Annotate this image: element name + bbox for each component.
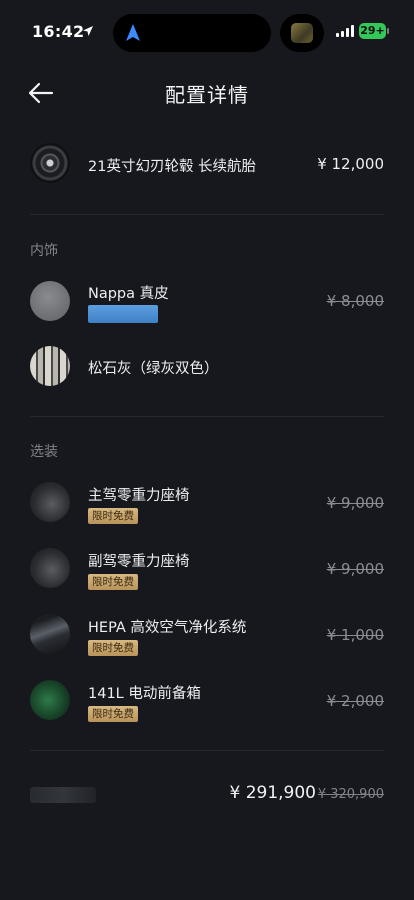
wheel-label: 21英寸幻刃轮毂 长续航胎 (88, 159, 257, 175)
battery-icon: 29+ (359, 23, 386, 39)
status-time: 16:42 (32, 22, 85, 41)
section-label-options: 选装 (30, 444, 58, 460)
frunk-thumbnail (30, 680, 70, 720)
option-label: HEPA 高效空气净化系统 (88, 620, 247, 636)
hepa-thumbnail (30, 614, 70, 654)
option-row-driver-seat: 主驾零重力座椅 限时免费 ¥ 9,000 (0, 482, 414, 526)
wheel-thumbnail (30, 143, 70, 183)
free-badge: 限时免费 (88, 574, 138, 590)
option-label: 副驾零重力座椅 (88, 554, 190, 570)
divider (30, 214, 384, 215)
original-total-price: ¥ 320,900 (317, 787, 384, 802)
footer-redacted-label (30, 787, 96, 803)
interior-leather-row: Nappa 真皮 ¥ 8,000 (0, 281, 414, 325)
leather-label: Nappa 真皮 (88, 286, 169, 302)
option-label: 主驾零重力座椅 (88, 488, 190, 504)
status-bar: 16:42 29+ (0, 0, 414, 66)
option-price: ¥ 9,000 (326, 494, 384, 512)
free-badge: 限时免费 (88, 640, 138, 656)
cellular-signal-icon (336, 25, 354, 37)
interior-color-thumbnail (30, 346, 70, 386)
leather-thumbnail (30, 281, 70, 321)
section-label-interior: 内饰 (30, 243, 58, 259)
page-title: 配置详情 (165, 83, 249, 107)
interior-color-row: 松石灰（绿灰双色） (0, 346, 414, 388)
color-swatch (88, 305, 158, 323)
option-price: ¥ 9,000 (326, 560, 384, 578)
option-price: ¥ 2,000 (326, 692, 384, 710)
navigation-arrow-icon (126, 24, 140, 41)
option-label: 141L 电动前备箱 (88, 686, 201, 702)
interior-color-label: 松石灰（绿灰双色） (88, 361, 219, 377)
total-price: ¥ 291,900 (229, 783, 316, 803)
free-badge: 限时免费 (88, 706, 138, 722)
driver-seat-thumbnail (30, 482, 70, 522)
option-row-frunk: 141L 电动前备箱 限时免费 ¥ 2,000 (0, 680, 414, 724)
wheel-price: ¥ 12,000 (317, 155, 384, 173)
free-badge: 限时免费 (88, 508, 138, 524)
dynamic-island[interactable] (113, 14, 271, 52)
divider (30, 416, 384, 417)
option-row-passenger-seat: 副驾零重力座椅 限时免费 ¥ 9,000 (0, 548, 414, 592)
leather-price: ¥ 8,000 (326, 292, 384, 310)
passenger-seat-thumbnail (30, 548, 70, 588)
divider (30, 750, 384, 751)
battery-cap (387, 28, 389, 34)
media-artwork-icon (291, 23, 313, 43)
location-arrow-icon (83, 26, 93, 36)
option-row-hepa: HEPA 高效空气净化系统 限时免费 ¥ 1,000 (0, 614, 414, 658)
live-activity-thumbnail[interactable] (280, 14, 324, 52)
option-price: ¥ 1,000 (326, 626, 384, 644)
wheel-config-row: 21英寸幻刃轮毂 长续航胎 ¥ 12,000 (0, 143, 414, 187)
